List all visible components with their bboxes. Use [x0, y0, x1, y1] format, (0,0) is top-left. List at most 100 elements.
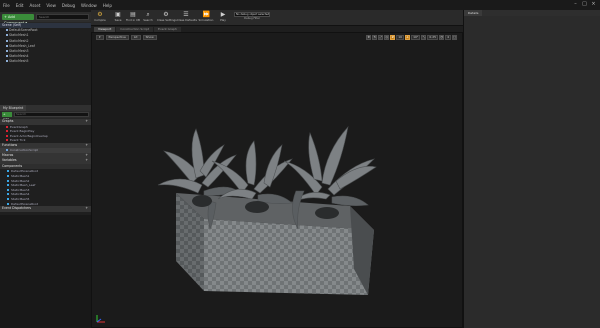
section-graphs[interactable]: Graphs + — [0, 119, 91, 125]
components-tree: Scene (Self) DefaultSceneRoot StaticMesh… — [0, 23, 91, 113]
section-label: Components — [2, 163, 23, 168]
tree-item-label: DefaultSceneRoot — [9, 28, 38, 33]
simulation-button[interactable]: ⏩ Simulation — [198, 10, 214, 26]
menu-debug[interactable]: Debug — [59, 3, 78, 8]
my-blueprint-panel: Graphs + EventGraph Event BeginPlay Event… — [0, 119, 91, 215]
component-icon — [6, 49, 8, 52]
browse-icon: ▤ — [130, 11, 136, 18]
rotation-snap-icon[interactable]: ∠ — [405, 35, 411, 40]
component-icon — [6, 44, 8, 47]
defaults-icon: ☰ — [183, 11, 189, 18]
menu-help[interactable]: Help — [100, 3, 115, 8]
add-dispatcher-icon[interactable]: + — [85, 206, 88, 212]
components-header: + Add Component ▾ Search — [0, 12, 91, 25]
component-icon — [6, 29, 8, 32]
translate-icon[interactable]: ✥ — [366, 35, 372, 40]
search-button[interactable]: ⌕ Search — [141, 10, 155, 26]
tree-item-label: StaticMesh2 — [9, 38, 29, 43]
grid-snap-value[interactable]: 10 — [396, 35, 405, 40]
planter-mesh — [176, 193, 374, 295]
tree-item-label: StaticMesh5 — [9, 59, 29, 64]
debug-filter-label: Debug Filter — [244, 17, 260, 20]
section-label: Graphs — [2, 119, 14, 123]
viewport-menu-button[interactable]: ▾ — [96, 35, 104, 40]
main-toolbar: ⚙ Compile ▣ Save ▤ Find in CB ⌕ Search ⚙… — [91, 10, 463, 26]
grid-snap-icon[interactable]: # — [390, 35, 396, 40]
class-defaults-button[interactable]: ☰ Class Defaults — [177, 10, 197, 26]
menu-file[interactable]: File — [0, 3, 13, 8]
maximize-button[interactable]: □ — [581, 1, 588, 8]
rotation-snap-value[interactable]: 10° — [411, 35, 421, 40]
gear-icon: ⚙ — [163, 11, 169, 18]
simulation-label: Simulation — [198, 18, 214, 22]
class-settings-label: Class Settings — [157, 18, 177, 22]
details-panel: Details — [463, 10, 600, 328]
tree-item-label: StaticMesh4 — [9, 54, 29, 59]
minimize-button[interactable]: – — [572, 1, 579, 8]
play-label: Play — [220, 18, 226, 22]
add-function-icon[interactable]: + — [85, 143, 88, 149]
menu-asset[interactable]: Asset — [26, 3, 43, 8]
component-icon — [6, 55, 8, 58]
section-components[interactable]: Components — [0, 163, 91, 170]
viewport[interactable]: ▾ Perspective Lit Show ✥ ↻ ⤢ ◎ # 10 ∠ 10… — [91, 32, 463, 328]
menu-view[interactable]: View — [43, 3, 59, 8]
tree-item-label: StaticMesh_Leaf — [9, 43, 35, 48]
class-settings-button[interactable]: ⚙ Class Settings — [157, 10, 177, 26]
add-component-button[interactable]: + Add Component ▾ — [2, 14, 34, 25]
components-search-input[interactable]: Search — [36, 14, 89, 20]
camera-speed-value[interactable]: 4 — [445, 35, 451, 40]
tree-item[interactable]: StaticMesh5 — [0, 59, 91, 64]
section-label: Functions — [2, 142, 18, 147]
scale-snap-icon[interactable]: ⤡ — [421, 35, 427, 40]
save-label: Save — [114, 18, 122, 22]
menu-edit[interactable]: Edit — [13, 3, 27, 8]
camera-speed-icon[interactable]: ◔ — [439, 35, 445, 40]
world-icon[interactable]: ◎ — [384, 35, 390, 40]
compile-button[interactable]: ⚙ Compile — [93, 10, 107, 26]
component-icon — [6, 34, 8, 37]
tree-item-label: StaticMesh1 — [9, 33, 29, 38]
compile-label: Compile — [94, 18, 106, 22]
menu-window[interactable]: Window — [78, 3, 100, 8]
tree-item-label: StaticMesh3 — [9, 48, 29, 53]
section-label: Macros — [2, 152, 14, 157]
compile-icon: ⚙ — [97, 11, 103, 18]
menu-bar: File Edit Asset View Debug Window Help –… — [0, 0, 600, 10]
my-blueprint-header: + Add New ▾ Search — [0, 111, 91, 126]
simulate-icon: ⏩ — [202, 11, 210, 18]
add-new-button[interactable]: + Add New ▾ — [2, 112, 12, 126]
axis-gizmo-icon — [96, 315, 105, 323]
close-button[interactable]: × — [590, 1, 597, 8]
search-label: Search — [143, 18, 153, 22]
section-event-dispatchers[interactable]: Event Dispatchers + — [0, 206, 91, 212]
maximize-viewport-icon[interactable]: □ — [452, 35, 457, 40]
viewport-options-right: ✥ ↻ ⤢ ◎ # 10 ∠ 10° ⤡ 0.25 ◔ 4 □ — [366, 35, 457, 40]
find-in-cb-button[interactable]: ▤ Find in CB — [126, 10, 140, 26]
debug-filter: No debug object selected ▾ Debug Filter — [234, 12, 270, 22]
viewport-scene — [157, 126, 377, 295]
lit-button[interactable]: Lit — [130, 35, 141, 40]
scale-icon[interactable]: ⤢ — [378, 35, 384, 40]
perspective-button[interactable]: Perspective — [105, 35, 129, 40]
add-graph-icon[interactable]: + — [85, 119, 88, 125]
play-button[interactable]: ▶ Play — [216, 10, 230, 26]
my-blueprint-search-input[interactable]: Search — [14, 112, 89, 117]
planter-front — [204, 219, 374, 295]
save-button[interactable]: ▣ Save — [111, 10, 125, 26]
section-label: Event Dispatchers — [2, 206, 32, 211]
show-button[interactable]: Show — [142, 35, 157, 40]
details-content — [464, 16, 600, 328]
scale-snap-value[interactable]: 0.25 — [427, 35, 439, 40]
play-icon: ▶ — [220, 11, 226, 18]
component-icon — [6, 60, 8, 63]
left-empty-area — [0, 215, 91, 328]
search-icon: ⌕ — [146, 11, 150, 18]
rotate-icon[interactable]: ↻ — [372, 35, 378, 40]
component-icon — [6, 39, 8, 42]
save-icon: ▣ — [115, 11, 121, 18]
section-label: Variables — [2, 158, 17, 163]
section-functions[interactable]: Functions + — [0, 142, 91, 149]
find-in-cb-label: Find in CB — [126, 18, 140, 22]
class-defaults-label: Class Defaults — [177, 18, 197, 22]
